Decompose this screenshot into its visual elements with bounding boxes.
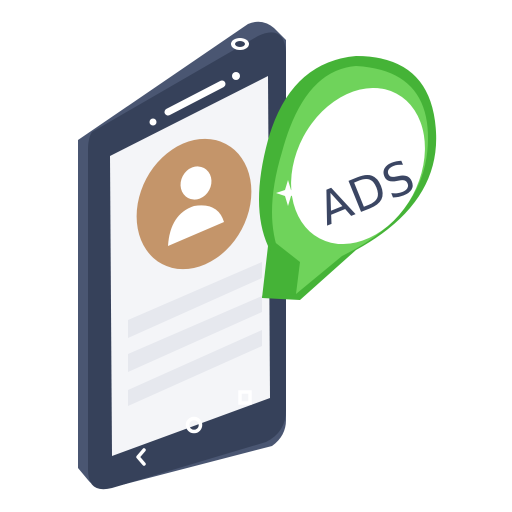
ads-bubble: ADS [259,56,437,300]
phone [78,21,286,490]
illustration-svg: ADS [78,21,437,490]
front-camera [232,72,240,80]
ads-phone-illustration: ADS [0,0,512,512]
sensor-dot [149,118,157,126]
